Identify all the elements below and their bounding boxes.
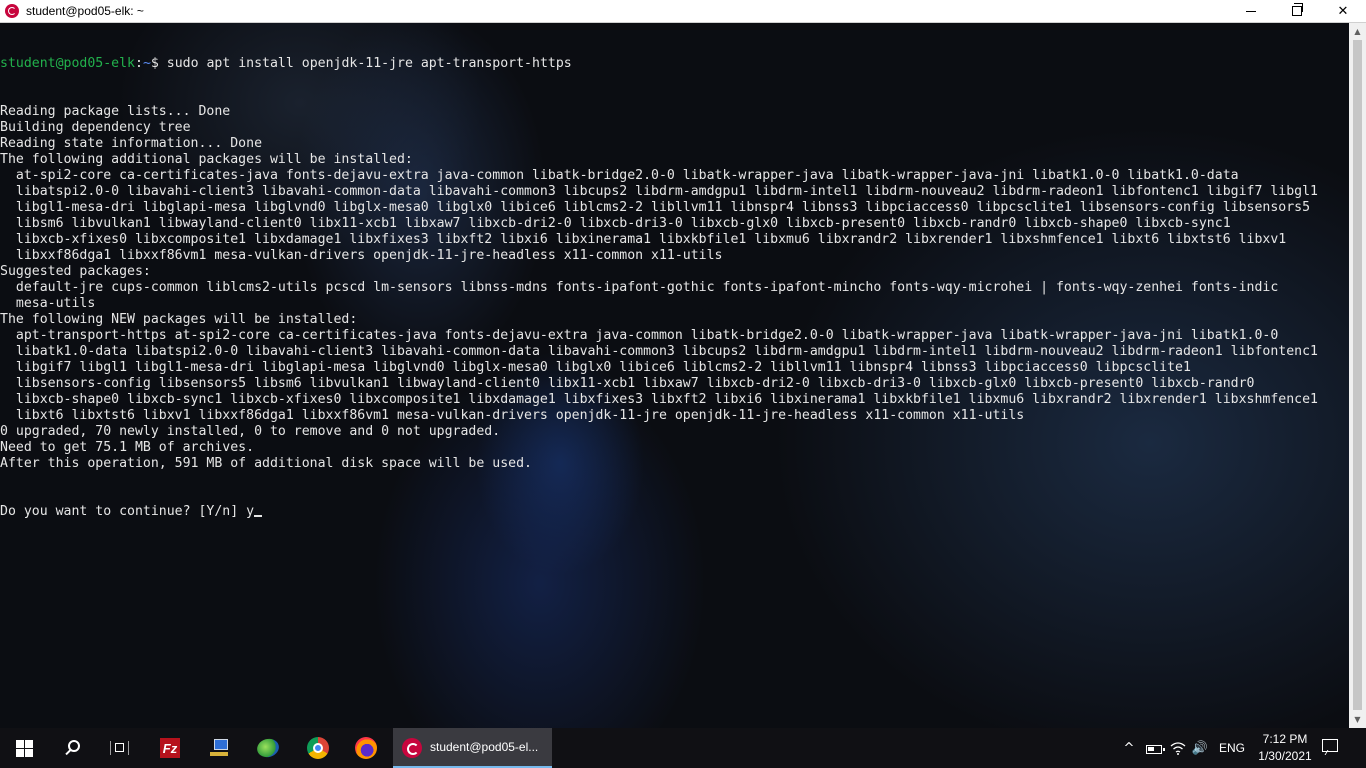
output-lines: Reading package lists... Done Building de… — [0, 104, 1318, 472]
terminal-output-line: libxxf86dga1 libxxf86vm1 mesa-vulkan-dri… — [0, 248, 723, 263]
input-line[interactable]: Do you want to continue? [Y/n] y — [0, 504, 1318, 520]
chrome-icon — [307, 737, 329, 759]
terminal-output-line: Reading state information... Done — [0, 136, 263, 151]
terminal-output-line: libxcb-shape0 libxcb-sync1 libxcb-xfixes… — [0, 392, 1318, 407]
terminal-output-line: Reading package lists... Done — [0, 104, 231, 119]
terminal-output-line: apt-transport-https at-spi2-core ca-cert… — [0, 328, 1279, 343]
terminal-output-line: mesa-utils — [0, 296, 96, 311]
search-icon — [68, 740, 80, 752]
restore-icon — [1292, 3, 1303, 16]
terminal-output-line: libsm6 libvulkan1 libwayland-client0 lib… — [0, 216, 1231, 231]
debian-taskbar-icon — [402, 738, 422, 758]
action-center-notification-icon[interactable] — [1322, 739, 1338, 752]
prompt-path: ~ — [142, 56, 151, 71]
terminal-output-line: libxcb-xfixes0 libxcomposite1 libxdamage… — [0, 232, 1287, 247]
vertical-scrollbar[interactable]: ▲ ▼ — [1349, 23, 1366, 728]
terminal-output-line: libsensors-config libsensors5 libsm6 lib… — [0, 376, 1255, 391]
network-connections-taskbar-button[interactable] — [196, 728, 244, 768]
minimize-button[interactable] — [1228, 0, 1274, 22]
terminal-output-line: default-jre cups-common liblcms2-utils p… — [0, 280, 1279, 295]
network-connections-icon — [209, 738, 231, 758]
battery-icon[interactable] — [1145, 740, 1165, 756]
terminal-taskbar-button[interactable]: student@pod05-el... — [393, 728, 552, 768]
clock-date: 1/30/2021 — [1258, 749, 1312, 763]
task-view-button[interactable] — [96, 728, 144, 768]
wifi-icon[interactable] — [1169, 740, 1187, 756]
terminal-output-line: libgl1-mesa-dri libglapi-mesa libglvnd0 … — [0, 200, 1311, 215]
window-title: student@pod05-elk: ~ — [26, 4, 144, 18]
prompt-user: student@pod05-elk — [0, 56, 135, 71]
scroll-up-arrow-icon[interactable]: ▲ — [1349, 23, 1366, 40]
terminal-output-line: The following additional packages will b… — [0, 152, 413, 167]
command-text: sudo apt install openjdk-11-jre apt-tran… — [166, 56, 572, 71]
text-cursor — [254, 515, 263, 517]
prompt-separator: : — [134, 56, 143, 71]
terminal-output-line: Building dependency tree — [0, 120, 191, 135]
command-line: student@pod05-elk:~$ sudo apt install op… — [0, 56, 1318, 72]
input-value[interactable]: y — [246, 504, 254, 519]
terminal-output-line: at-spi2-core ca-certificates-java fonts-… — [0, 168, 1239, 183]
globe-app-taskbar-button[interactable] — [244, 728, 292, 768]
input-language-indicator[interactable]: ENG — [1219, 741, 1245, 755]
clock-time: 7:12 PM — [1262, 732, 1308, 746]
taskbar-window-label: student@pod05-el... — [430, 740, 539, 754]
terminal-output: student@pod05-elk:~$ sudo apt install op… — [0, 24, 1318, 552]
prompt-symbol: $ — [150, 56, 167, 71]
minimize-icon — [1246, 10, 1256, 12]
terminal-output-line: The following NEW packages will be insta… — [0, 312, 358, 327]
filezilla-icon: Fz — [160, 738, 180, 758]
terminal-output-line: 0 upgraded, 70 newly installed, 0 to rem… — [0, 424, 501, 439]
input-prompt: Do you want to continue? [Y/n] — [0, 504, 247, 519]
filezilla-taskbar-button[interactable]: Fz — [146, 728, 194, 768]
debian-app-icon — [5, 4, 19, 18]
scroll-down-arrow-icon[interactable]: ▼ — [1349, 711, 1366, 728]
chrome-taskbar-button[interactable] — [294, 728, 342, 768]
volume-icon[interactable]: 🔊 — [1191, 740, 1209, 756]
terminal-window[interactable]: student@pod05-elk:~$ sudo apt install op… — [0, 23, 1349, 728]
show-hidden-icons-chevron-icon[interactable]: ^ — [1121, 740, 1137, 756]
terminal-output-line: Need to get 75.1 MB of archives. — [0, 440, 255, 455]
restore-button[interactable] — [1274, 0, 1320, 22]
close-button[interactable]: ✕ — [1320, 0, 1366, 22]
window-title-bar[interactable]: student@pod05-elk: ~ ✕ — [0, 0, 1366, 23]
firefox-icon — [355, 737, 377, 759]
terminal-output-line: libgif7 libgl1 libgl1-mesa-dri libglapi-… — [0, 360, 1191, 375]
taskbar: Fz student@pod05-el... ^ 🔊 ENG 7:12 PM 1… — [0, 728, 1366, 768]
terminal-output-line: Suggested packages: — [0, 264, 151, 279]
start-button[interactable] — [0, 728, 48, 768]
terminal-output-line: After this operation, 591 MB of addition… — [0, 456, 532, 471]
globe-app-icon — [255, 736, 281, 760]
firefox-taskbar-button[interactable] — [342, 728, 390, 768]
windows-start-icon — [15, 739, 33, 757]
task-view-icon — [110, 741, 129, 755]
terminal-output-line: libatspi2.0-0 libavahi-client3 libavahi-… — [0, 184, 1318, 199]
system-clock[interactable]: 7:12 PM 1/30/2021 — [1252, 731, 1318, 765]
scroll-thumb[interactable] — [1353, 40, 1362, 710]
search-button[interactable] — [48, 728, 96, 768]
terminal-output-line: libxt6 libxtst6 libxv1 libxxf86dga1 libx… — [0, 408, 1025, 423]
terminal-output-line: libatk1.0-data libatspi2.0-0 libavahi-cl… — [0, 344, 1318, 359]
